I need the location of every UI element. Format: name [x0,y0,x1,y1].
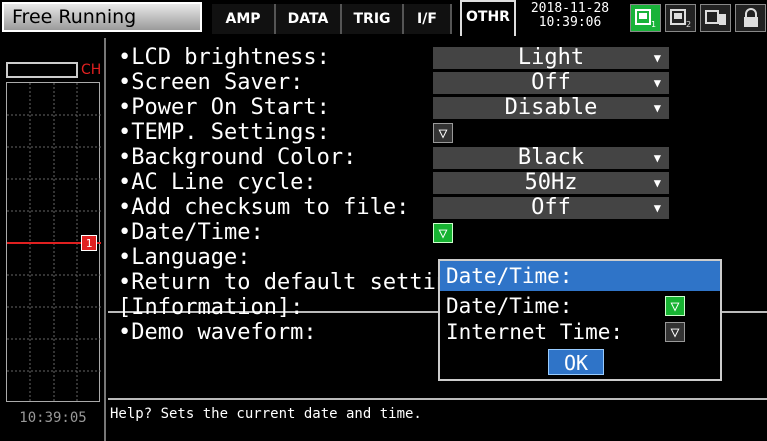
power-on-start-select[interactable]: Disable ▼ [433,97,669,119]
device-icon [700,4,731,32]
dropdown-arrow-icon: ▼ [653,176,661,190]
time-text: 10:39:06 [538,15,602,30]
tab-othr[interactable]: OTHR [460,0,516,36]
setting-language-label: •Language: [118,245,251,270]
information-label: [Information]: [118,295,304,320]
help-bar: Help? Sets the current date and time. [108,398,767,441]
background-color-select[interactable]: Black ▼ [433,147,669,169]
date-text: 2018-11-28 [530,1,610,16]
channel-label: CH [81,62,102,78]
waveform-display: 1 [6,82,101,403]
svg-text:2: 2 [686,20,691,28]
checksum-value: Off [531,195,571,220]
popup-internet-time-label: Internet Time: [446,320,624,344]
setting-date-time-label: •Date/Time: [118,220,264,245]
setting-temp-label: •TEMP. Settings: [118,120,330,145]
top-bar: Free Running AMP DATA TRIG I/F OTHR 2018… [0,0,767,38]
popup-internet-time-expand-icon[interactable]: ▽ [665,322,685,342]
popup-date-time-expand-icon[interactable]: ▽ [665,296,685,316]
setting-background-color-label: •Background Color: [118,145,357,170]
status-icons: 1 2 [630,4,766,34]
setting-power-on-start-label: •Power On Start: [118,95,330,120]
temp-settings-expand-icon[interactable]: ▽ [433,123,453,143]
channel-marker: 1 [81,235,97,251]
setting-return-default-label[interactable]: •Return to default settings [118,271,476,295]
lcd-brightness-value: Light [517,45,585,70]
dropdown-arrow-icon: ▼ [653,51,661,65]
setting-checksum-label: •Add checksum to file: [118,195,410,220]
waveform-panel: CH 1 10:39:05 [0,38,106,441]
memory-2-icon: 2 [665,4,696,32]
background-color-value: Black [517,145,585,170]
memory-1-icon: 1 [630,4,661,32]
tab-data[interactable]: DATA [276,4,342,34]
tab-trig[interactable]: TRIG [342,4,404,34]
ac-line-cycle-value: 50Hz [524,170,578,195]
lcd-brightness-select[interactable]: Light ▼ [433,47,669,69]
setting-demo-waveform-label: •Demo waveform: [118,320,317,345]
run-mode-indicator: Free Running [2,2,202,32]
dropdown-arrow-icon: ▼ [653,201,661,215]
datetime-display: 2018-11-28 10:39:06 [520,2,620,34]
screen-saver-value: Off [531,70,571,95]
tab-amp[interactable]: AMP [212,4,276,34]
dropdown-arrow-icon: ▼ [653,101,661,115]
date-time-popup: Date/Time: Date/Time: ▽ Internet Time: ▽… [438,259,722,381]
elapsed-clock: 10:39:05 [19,410,87,426]
popup-date-time-label: Date/Time: [446,294,573,318]
ac-line-cycle-select[interactable]: 50Hz ▼ [433,172,669,194]
channel-box [6,62,78,78]
dropdown-arrow-icon: ▼ [653,151,661,165]
setting-screen-saver-label: •Screen Saver: [118,70,304,95]
setting-ac-line-cycle-label: •AC Line cycle: [118,170,317,195]
popup-title: Date/Time: [440,261,720,291]
tab-if[interactable]: I/F [404,4,452,34]
checksum-select[interactable]: Off ▼ [433,197,669,219]
screen-saver-select[interactable]: Off ▼ [433,72,669,94]
power-on-start-value: Disable [504,95,598,120]
dropdown-arrow-icon: ▼ [653,76,661,90]
date-time-expand-icon[interactable]: ▽ [433,223,453,243]
lock-icon [735,4,766,32]
ok-button[interactable]: OK [548,349,604,375]
svg-text:1: 1 [651,20,656,28]
setting-lcd-brightness-label: •LCD brightness: [118,45,330,70]
